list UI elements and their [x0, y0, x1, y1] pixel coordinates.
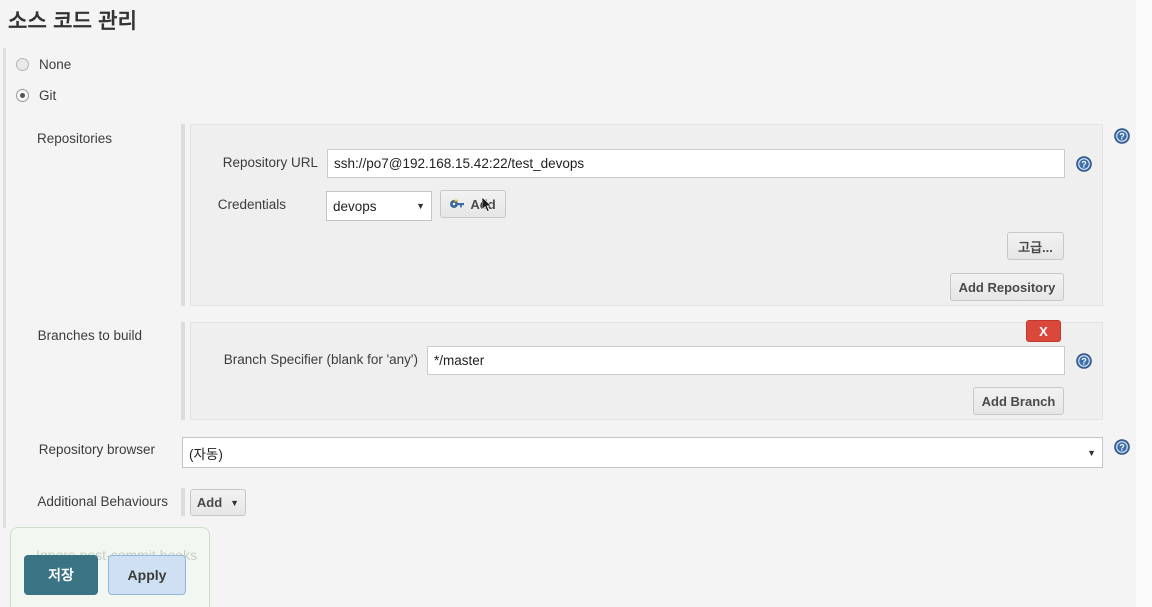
svg-text:?: ?: [1119, 443, 1125, 453]
credentials-label: Credentials: [217, 197, 286, 212]
repository-browser-help-icon[interactable]: ?: [1114, 439, 1130, 455]
credentials-selected-value: devops: [333, 198, 377, 214]
repository-advanced-button[interactable]: 고급...: [1007, 232, 1064, 260]
add-branch-button[interactable]: Add Branch: [973, 387, 1064, 415]
radio-none-icon[interactable]: [16, 57, 29, 71]
repositories-section-help-icon[interactable]: ?: [1114, 128, 1130, 144]
branches-section-bar: [181, 322, 185, 420]
scm-option-git-label: Git: [39, 87, 57, 103]
chevron-down-icon: ▼: [230, 497, 240, 508]
credentials-select[interactable]: devops ▼: [326, 191, 432, 221]
repository-url-input[interactable]: ssh://po7@192.168.15.42:22/test_devops: [327, 149, 1065, 178]
chevron-down-icon: ▼: [416, 201, 425, 211]
repositories-section-label: Repositories: [36, 131, 112, 146]
radio-git-icon[interactable]: [16, 88, 29, 102]
branch-specifier-label: Branch Specifier (blank for 'any'): [223, 352, 418, 367]
svg-text:?: ?: [1081, 357, 1087, 367]
save-button[interactable]: 저장: [24, 555, 98, 595]
chevron-down-icon: ▼: [1087, 447, 1096, 458]
repository-browser-label: Repository browser: [38, 442, 155, 457]
add-credentials-label: Add: [470, 196, 496, 212]
branch-specifier-input[interactable]: */master: [427, 346, 1065, 375]
scm-option-none[interactable]: None: [16, 54, 71, 74]
add-credentials-button[interactable]: Add: [440, 190, 506, 218]
additional-behaviours-bar: [181, 488, 185, 516]
branches-section-label: Branches to build: [37, 328, 142, 343]
repository-browser-select[interactable]: (자동) ▼: [182, 437, 1103, 468]
svg-text:?: ?: [1081, 160, 1087, 170]
additional-behaviours-add-button[interactable]: Add ▼: [190, 489, 246, 516]
right-gutter: [1136, 0, 1152, 607]
repository-url-help-icon[interactable]: ?: [1076, 156, 1092, 172]
page-title: 소스 코드 관리: [8, 10, 138, 33]
repositories-section-bar: [181, 124, 185, 306]
branch-specifier-help-icon[interactable]: ?: [1076, 353, 1092, 369]
add-repository-button[interactable]: Add Repository: [950, 273, 1064, 301]
additional-behaviours-label: Additional Behaviours: [37, 494, 168, 509]
repository-browser-selected-value: (자동): [189, 446, 223, 462]
delete-branch-button[interactable]: X: [1026, 320, 1061, 342]
scm-option-git[interactable]: Git: [16, 85, 56, 105]
apply-button[interactable]: Apply: [108, 555, 186, 595]
svg-text:?: ?: [1119, 132, 1125, 142]
scm-option-none-label: None: [39, 56, 72, 72]
scm-config-page: 소스 코드 관리 None Git Repositories Repositor…: [0, 0, 1152, 607]
repository-url-label: Repository URL: [222, 155, 318, 170]
key-icon: [450, 198, 465, 211]
additional-behaviours-add-label: Add: [196, 495, 223, 510]
